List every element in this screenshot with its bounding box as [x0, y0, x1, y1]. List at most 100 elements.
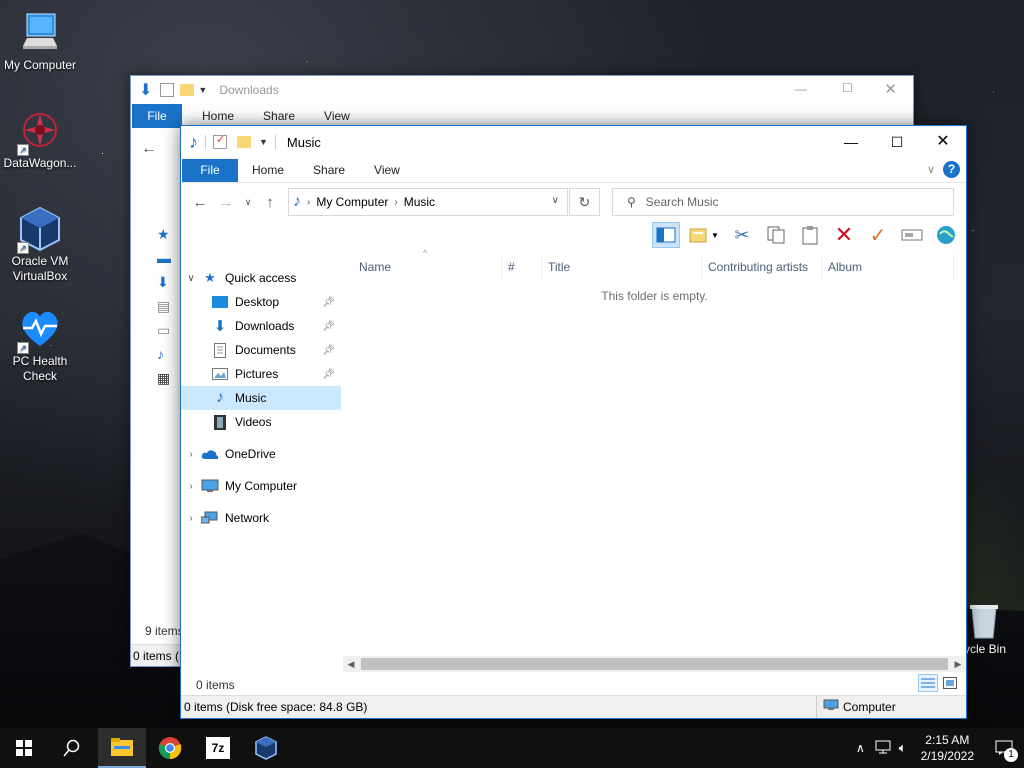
nav-item-pictures[interactable]: Pictures 📌︎	[181, 362, 341, 386]
tab-home[interactable]: Home	[238, 163, 299, 177]
new-folder-icon[interactable]	[180, 84, 195, 96]
nav-item-downloads[interactable]: ⬇ Downloads 📌︎	[181, 314, 341, 338]
music-window[interactable]: ♪ ✓ ▼ Music — ☐ ✕ File Home Share View ∨…	[180, 125, 967, 719]
forward-button[interactable]: →	[213, 194, 239, 211]
expand-chevron-icon[interactable]: ›	[181, 513, 201, 524]
tab-share[interactable]: Share	[249, 109, 310, 123]
column-title[interactable]: Title	[542, 254, 702, 280]
new-folder-icon[interactable]	[237, 136, 251, 148]
nav-network[interactable]: › Network	[181, 506, 341, 530]
back-button[interactable]: ←	[187, 194, 213, 211]
tab-file[interactable]: File	[182, 158, 238, 182]
breadcrumb-chevron-icon[interactable]: ›	[307, 197, 310, 208]
checkmark-icon[interactable]: ✓	[864, 222, 892, 248]
scroll-right-arrow-icon[interactable]: ▶	[950, 659, 966, 670]
qa-dropdown-icon[interactable]: ▼	[259, 137, 268, 147]
desktop-icon-virtualbox[interactable]: ↗ Oracle VM VirtualBox	[0, 206, 80, 284]
scroll-left-arrow-icon[interactable]: ◀	[343, 659, 359, 670]
close-button[interactable]: ✕	[920, 126, 966, 158]
help-icon[interactable]: ?	[943, 161, 960, 178]
minimize-button[interactable]: —	[795, 82, 807, 96]
horizontal-scrollbar[interactable]: ◀ ▶	[343, 656, 966, 672]
close-button[interactable]: ✕	[884, 80, 897, 98]
desktop-icon-my-computer[interactable]: My Computer	[0, 10, 80, 73]
desktop-icon-label: PC Health Check	[12, 354, 68, 383]
video-icon	[211, 414, 229, 430]
column-contributing-artists[interactable]: Contributing artists	[702, 254, 822, 280]
nav-onedrive[interactable]: › OneDrive	[181, 442, 341, 466]
breadcrumb-music[interactable]: Music	[404, 195, 435, 209]
scroll-thumb[interactable]	[361, 658, 948, 670]
column-album[interactable]: Album	[822, 254, 954, 280]
back-button[interactable]: ←	[141, 140, 157, 158]
clock[interactable]: 2:15 AM 2/19/2022	[911, 732, 984, 764]
show-hidden-icons-chevron-icon[interactable]: ∧	[856, 741, 865, 755]
taskbar-chrome[interactable]	[146, 728, 194, 768]
nav-label: Desktop	[235, 295, 280, 309]
breadcrumb-chevron-icon[interactable]: ›	[394, 197, 397, 208]
maximize-button[interactable]: ☐	[874, 126, 920, 158]
desktop-icon-datawagon[interactable]: ↗ DataWagon...	[0, 108, 80, 171]
nav-my-computer[interactable]: › My Computer	[181, 474, 341, 498]
tab-share[interactable]: Share	[299, 163, 360, 177]
expand-chevron-icon[interactable]: ›	[181, 481, 201, 492]
search-box[interactable]: ⚲ Search Music	[612, 188, 954, 216]
recent-locations-button[interactable]: ∨	[239, 197, 257, 208]
properties-icon[interactable]: ✓	[213, 134, 227, 149]
maximize-button[interactable]: ☐	[842, 81, 853, 95]
tab-file[interactable]: File	[132, 104, 182, 128]
picture-icon	[211, 366, 229, 382]
chrome-icon	[158, 737, 182, 760]
globe-icon[interactable]	[932, 222, 960, 248]
nav-item-desktop[interactable]: Desktop 📌︎	[181, 290, 341, 314]
document-icon	[211, 342, 229, 358]
minimize-button[interactable]: —	[828, 126, 874, 158]
desktop-icon	[211, 294, 229, 310]
network-icon[interactable]	[875, 740, 891, 757]
ribbon-expand-icon[interactable]: ∨	[927, 163, 935, 176]
details-view-icon[interactable]	[918, 674, 938, 692]
nav-item-videos[interactable]: Videos	[181, 410, 341, 434]
nav-item-documents[interactable]: Documents 📌︎	[181, 338, 341, 362]
start-button[interactable]	[0, 728, 48, 768]
breadcrumb-my-computer[interactable]: My Computer	[316, 195, 388, 209]
column-number[interactable]: #	[502, 254, 542, 280]
delete-icon[interactable]: ✕	[830, 222, 858, 248]
qa-dropdown-icon[interactable]: ▼	[198, 85, 207, 95]
view-buttons	[918, 674, 960, 692]
taskbar-file-explorer[interactable]	[98, 728, 146, 768]
item-count: 0 items	[196, 678, 235, 692]
search-input[interactable]: Search Music	[646, 195, 719, 209]
navigation-pane-button[interactable]	[652, 222, 680, 248]
tab-home[interactable]: Home	[182, 109, 249, 123]
address-dropdown-icon[interactable]: ∨	[552, 195, 559, 206]
layout-dropdown-button[interactable]: ▼	[686, 222, 722, 248]
copy-icon[interactable]	[762, 222, 790, 248]
tab-view[interactable]: View	[360, 163, 415, 177]
navigation-pane: ∨ ★ Quick access Desktop 📌︎ ⬇ Downloads …	[181, 266, 341, 656]
taskbar-virtualbox[interactable]	[242, 728, 290, 768]
file-list[interactable]: ^ Name # Title Contributing artists Albu…	[343, 248, 966, 652]
paste-icon[interactable]	[796, 222, 824, 248]
taskbar-7zip[interactable]: 7z	[194, 728, 242, 768]
rename-icon[interactable]	[898, 222, 926, 248]
cut-icon[interactable]: ✂	[728, 222, 756, 248]
virtualbox-icon: ↗	[17, 206, 63, 254]
large-icons-view-icon[interactable]	[940, 674, 960, 692]
action-center-button[interactable]: 1	[984, 728, 1024, 768]
properties-icon[interactable]	[160, 83, 175, 97]
collapse-chevron-icon[interactable]: ∨	[181, 273, 201, 284]
nav-label: Pictures	[235, 367, 279, 381]
nav-label: Network	[225, 511, 270, 525]
expand-chevron-icon[interactable]: ›	[181, 449, 201, 460]
address-bar[interactable]: ♪ › My Computer › Music ∨	[288, 188, 568, 216]
nav-quick-access[interactable]: ∨ ★ Quick access	[181, 266, 341, 290]
search-button[interactable]	[48, 728, 96, 768]
nav-item-music[interactable]: ♪ Music	[181, 386, 341, 410]
caption-buttons: — ☐ ✕	[828, 126, 966, 158]
refresh-button[interactable]: ↻	[569, 188, 600, 216]
desktop-icon-pc-health-check[interactable]: ↗ PC Health Check	[0, 306, 80, 384]
up-button[interactable]: ↑	[257, 194, 283, 211]
tab-view[interactable]: View	[310, 109, 365, 123]
volume-icon[interactable]: 🔈︎	[899, 740, 907, 756]
